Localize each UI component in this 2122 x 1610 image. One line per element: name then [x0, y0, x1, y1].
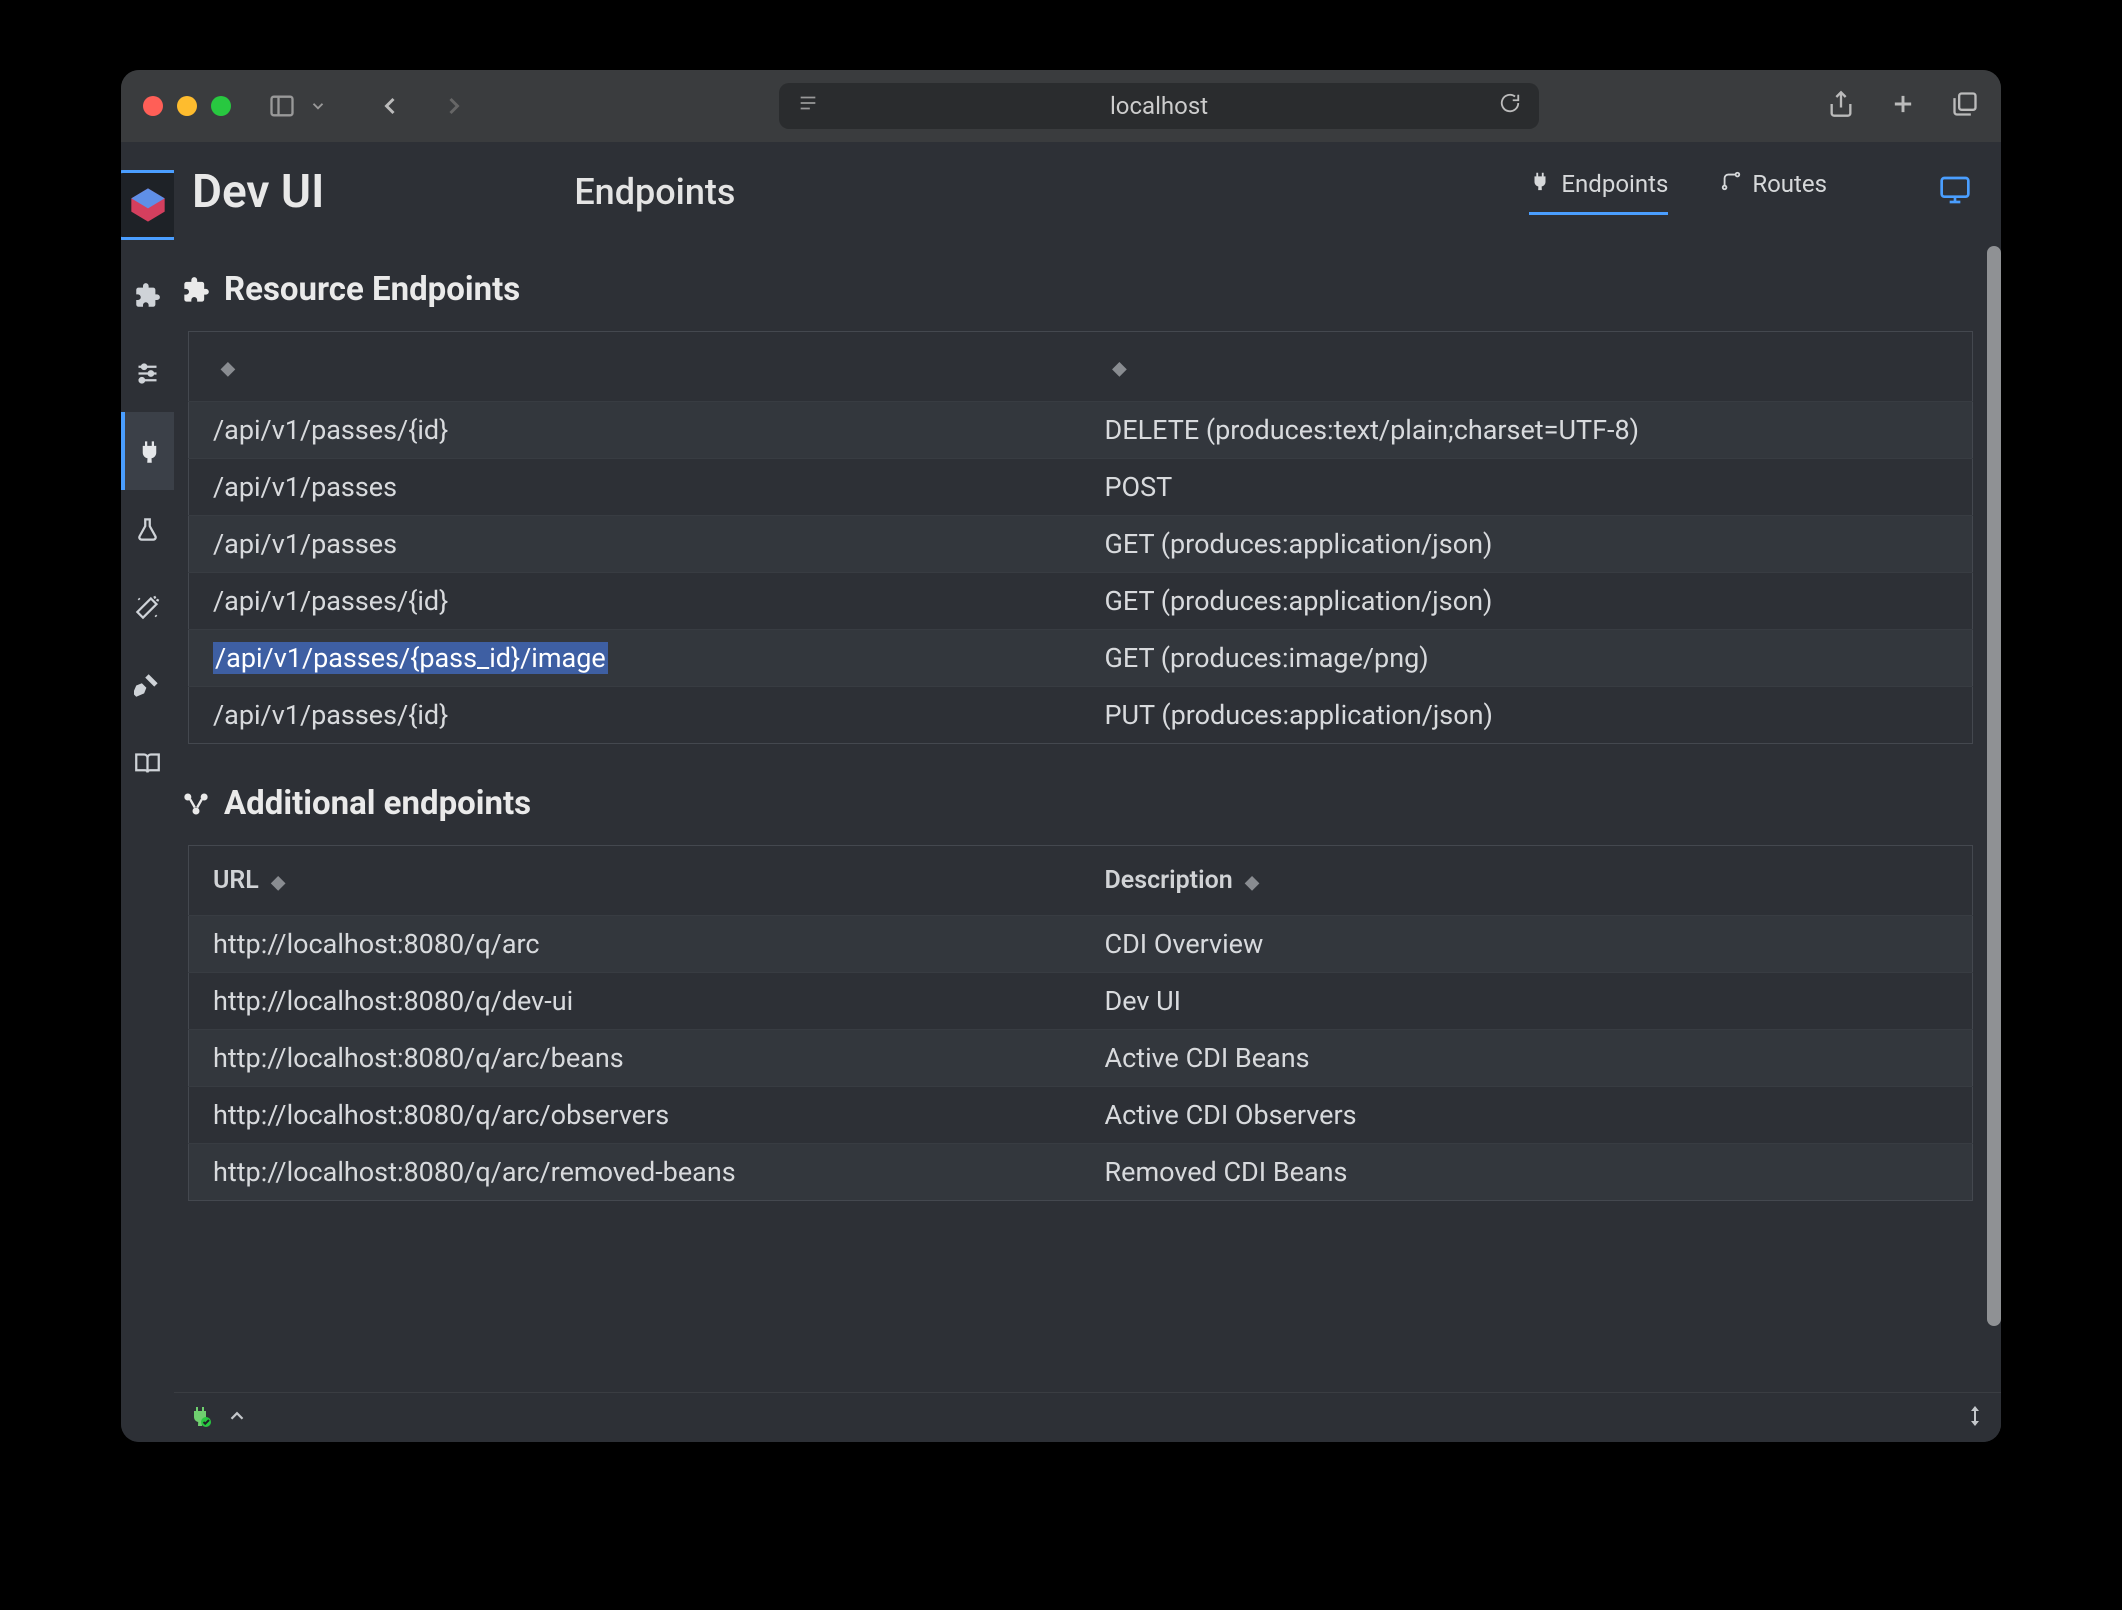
vertical-scrollbar[interactable]: [1987, 246, 2001, 1326]
sort-icon: ◆: [1113, 358, 1127, 379]
app-title: Dev UI: [192, 165, 324, 219]
sidebar-item-build[interactable]: [121, 646, 174, 724]
browser-window: localhost: [121, 70, 2001, 1442]
plug-icon: [1529, 170, 1551, 198]
cell-description: Removed CDI Beans: [1081, 1144, 1973, 1201]
resize-handle-icon[interactable]: [1963, 1404, 1987, 1432]
tab-label: Endpoints: [1561, 170, 1668, 198]
cell-path: /api/v1/passes: [189, 459, 1081, 516]
share-icon[interactable]: [1827, 90, 1855, 122]
status-plug-icon[interactable]: [188, 1404, 212, 1432]
sidebar-item-docs[interactable]: [121, 724, 174, 802]
cell-url: http://localhost:8080/q/arc: [189, 916, 1081, 973]
sidebar-item-magic[interactable]: [121, 568, 174, 646]
sidebar-toggle-icon[interactable]: [265, 91, 299, 121]
tab-label: Routes: [1752, 170, 1827, 198]
cell-description: Active CDI Observers: [1081, 1087, 1973, 1144]
cell-method: POST: [1081, 459, 1973, 516]
footer-bar: [174, 1392, 2001, 1442]
scroll-area: Resource Endpoints ◆ ◆ /api/v1/passes/{i…: [174, 242, 2001, 1392]
cell-method: GET (produces:application/json): [1081, 573, 1973, 630]
table-row[interactable]: http://localhost:8080/q/arc/removed-bean…: [189, 1144, 1973, 1201]
table-row[interactable]: /api/v1/passesPOST: [189, 459, 1973, 516]
address-text: localhost: [1110, 92, 1208, 120]
page-title: Endpoints: [574, 171, 735, 213]
tab-endpoints[interactable]: Endpoints: [1529, 170, 1668, 215]
monitor-icon[interactable]: [1939, 174, 1971, 210]
sort-icon: ◆: [267, 872, 285, 893]
column-header-method[interactable]: ◆: [1081, 332, 1973, 402]
refresh-button[interactable]: [1499, 92, 1521, 120]
cell-path: /api/v1/passes/{id}: [189, 402, 1081, 459]
maximize-button[interactable]: [211, 96, 231, 116]
nav-arrows: [373, 91, 471, 121]
sidebar-toggle-group: [265, 91, 335, 121]
section-additional-title: Additional endpoints: [182, 784, 1993, 823]
section-resource-title: Resource Endpoints: [182, 270, 1993, 309]
cell-method: GET (produces:application/json): [1081, 516, 1973, 573]
address-bar[interactable]: localhost: [779, 83, 1539, 129]
column-header-path[interactable]: ◆: [189, 332, 1081, 402]
cell-url: http://localhost:8080/q/arc/beans: [189, 1030, 1081, 1087]
route-icon: [1720, 170, 1742, 198]
sidebar: [121, 142, 174, 1442]
cell-method: GET (produces:image/png): [1081, 630, 1973, 687]
additional-endpoints-table: URL ◆ Description ◆ http://localhost:808…: [188, 845, 1973, 1201]
table-row[interactable]: http://localhost:8080/q/dev-uiDev UI: [189, 973, 1973, 1030]
app-header: Dev UI Endpoints Endpoints Routes: [174, 142, 2001, 242]
table-row[interactable]: /api/v1/passesGET (produces:application/…: [189, 516, 1973, 573]
table-row[interactable]: /api/v1/passes/{id}DELETE (produces:text…: [189, 402, 1973, 459]
cell-path: /api/v1/passes: [189, 516, 1081, 573]
table-row[interactable]: /api/v1/passes/{pass_id}/imageGET (produ…: [189, 630, 1973, 687]
chevron-up-icon[interactable]: [226, 1405, 248, 1431]
tabs-overview-icon[interactable]: [1951, 90, 1979, 122]
cell-method: DELETE (produces:text/plain;charset=UTF-…: [1081, 402, 1973, 459]
cell-path: /api/v1/passes/{pass_id}/image: [189, 630, 1081, 687]
cell-description: CDI Overview: [1081, 916, 1973, 973]
cell-url: http://localhost:8080/q/dev-ui: [189, 973, 1081, 1030]
app-body: Dev UI Endpoints Endpoints Routes: [121, 142, 2001, 1442]
table-header-row: URL ◆ Description ◆: [189, 846, 1973, 916]
chevron-down-icon[interactable]: [301, 91, 335, 121]
new-tab-icon[interactable]: [1889, 90, 1917, 122]
table-row[interactable]: /api/v1/passes/{id}PUT (produces:applica…: [189, 687, 1973, 744]
cell-method: PUT (produces:application/json): [1081, 687, 1973, 744]
sort-icon: ◆: [221, 358, 235, 379]
sidebar-item-extensions[interactable]: [121, 256, 174, 334]
table-row[interactable]: http://localhost:8080/q/arc/observersAct…: [189, 1087, 1973, 1144]
titlebar: localhost: [121, 70, 2001, 142]
toolbar-right: [1827, 90, 1979, 122]
forward-button[interactable]: [437, 91, 471, 121]
table-header-row: ◆ ◆: [189, 332, 1973, 402]
close-button[interactable]: [143, 96, 163, 116]
table-row[interactable]: http://localhost:8080/q/arcCDI Overview: [189, 916, 1973, 973]
reader-icon[interactable]: [797, 92, 819, 120]
resource-endpoints-table: ◆ ◆ /api/v1/passes/{id}DELETE (produces:…: [188, 331, 1973, 744]
cell-path: /api/v1/passes/{id}: [189, 573, 1081, 630]
main-content: Dev UI Endpoints Endpoints Routes: [174, 142, 2001, 1442]
cell-description: Active CDI Beans: [1081, 1030, 1973, 1087]
cell-description: Dev UI: [1081, 973, 1973, 1030]
sidebar-item-endpoints[interactable]: [121, 412, 174, 490]
sort-icon: ◆: [1241, 872, 1259, 893]
window-controls: [143, 96, 231, 116]
header-tabs: Endpoints Routes: [1529, 170, 1971, 215]
sidebar-item-tests[interactable]: [121, 490, 174, 568]
cell-url: http://localhost:8080/q/arc/removed-bean…: [189, 1144, 1081, 1201]
minimize-button[interactable]: [177, 96, 197, 116]
tab-routes[interactable]: Routes: [1720, 170, 1827, 215]
back-button[interactable]: [373, 91, 407, 121]
column-header-url[interactable]: URL ◆: [189, 846, 1081, 916]
table-row[interactable]: http://localhost:8080/q/arc/beansActive …: [189, 1030, 1973, 1087]
cell-path: /api/v1/passes/{id}: [189, 687, 1081, 744]
column-header-description[interactable]: Description ◆: [1081, 846, 1973, 916]
table-row[interactable]: /api/v1/passes/{id}GET (produces:applica…: [189, 573, 1973, 630]
sidebar-item-config[interactable]: [121, 334, 174, 412]
cell-url: http://localhost:8080/q/arc/observers: [189, 1087, 1081, 1144]
